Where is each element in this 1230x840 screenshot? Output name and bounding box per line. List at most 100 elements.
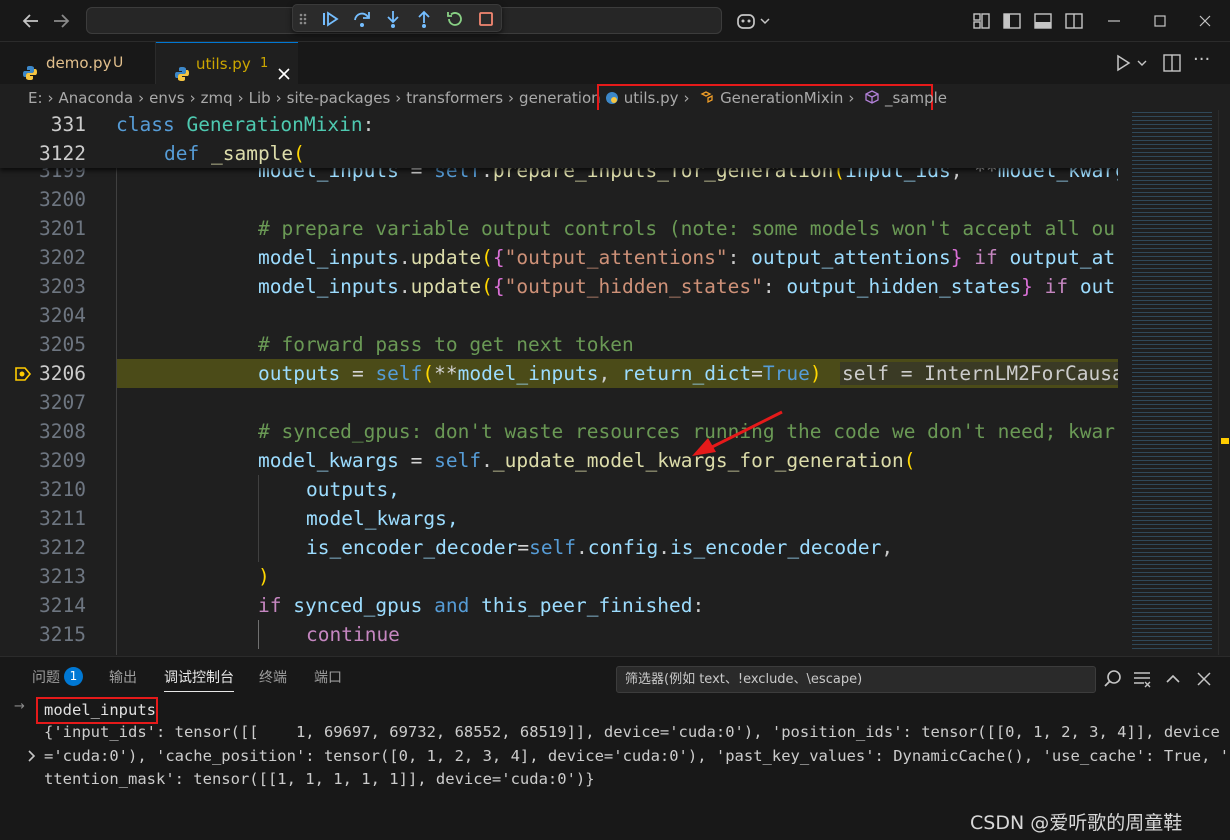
breadcrumb-highlight-box: utils.py › GenerationMixin › _sample: [597, 84, 947, 112]
code-line: is_encoder_decoder=self.config.is_encode…: [306, 536, 894, 559]
restart-icon[interactable]: [444, 8, 466, 30]
breadcrumb-file[interactable]: utils.py: [624, 89, 679, 107]
minimap-content: [1132, 112, 1212, 652]
toggle-secondary-sidebar-icon[interactable]: [1062, 9, 1086, 33]
tab-debug-console[interactable]: 调试控制台: [164, 667, 234, 692]
breadcrumb-item[interactable]: transformers: [406, 89, 503, 107]
problems-badge: 1: [260, 56, 269, 71]
tab-label: demo.py: [46, 54, 112, 72]
tab-utils-py[interactable]: utils.py 1: [156, 42, 298, 84]
inline-debug-value: self = InternLM2ForCausa: [840, 362, 1118, 385]
console-input-expression: model_inputs: [36, 697, 158, 724]
breadcrumb-item[interactable]: E:: [28, 89, 43, 107]
line-number: 3201: [39, 217, 86, 240]
tab-label: utils.py: [196, 55, 251, 73]
minimize-icon[interactable]: [1102, 9, 1126, 33]
line-number: 3212: [39, 536, 86, 559]
breadcrumb-class[interactable]: GenerationMixin: [720, 89, 843, 107]
console-output-line: {'input_ids': tensor([[ 1, 69697, 69732,…: [44, 723, 1220, 741]
close-tab-icon[interactable]: [276, 56, 292, 80]
toggle-primary-sidebar-icon[interactable]: [1000, 9, 1024, 33]
code-line: model_inputs.update({"output_hidden_stat…: [258, 275, 1116, 298]
line-number: 3209: [39, 449, 86, 472]
run-python-icon[interactable]: [1112, 53, 1152, 73]
continue-icon[interactable]: [319, 8, 341, 30]
code-lines: 3199 model_inputs = self.prepare_inputs_…: [0, 156, 1118, 655]
line-number: 3207: [39, 391, 86, 414]
debug-console-filter-input[interactable]: 筛选器(例如 text、!exclude、\escape): [616, 666, 1096, 693]
breadcrumb-item[interactable]: envs: [149, 89, 184, 107]
line-number: 3203: [39, 275, 86, 298]
split-editor-icon[interactable]: [1162, 53, 1182, 73]
line-number: 3204: [39, 304, 86, 327]
breadcrumb-item[interactable]: site-packages: [287, 89, 391, 107]
drag-handle-icon[interactable]: [297, 8, 309, 30]
console-output-line: ='cuda:0'), 'cache_position': tensor([0,…: [44, 747, 1230, 765]
tab-output[interactable]: 输出: [109, 667, 137, 687]
line-number: 3208: [39, 420, 86, 443]
code-line: model_inputs.update({"output_attentions"…: [258, 246, 1116, 269]
customize-layout-icon[interactable]: [970, 9, 994, 33]
code-line: continue: [306, 623, 400, 646]
code-line: ): [258, 565, 270, 588]
problems-count-badge: 1: [64, 667, 83, 686]
more-actions-icon[interactable]: ···: [1193, 51, 1217, 73]
toggle-panel-icon[interactable]: [1031, 9, 1055, 33]
close-window-icon[interactable]: [1193, 9, 1217, 33]
scrollbar[interactable]: [1218, 110, 1230, 655]
line-number: 3205: [39, 333, 86, 356]
minimap[interactable]: [1118, 110, 1230, 655]
step-over-icon[interactable]: [351, 8, 373, 30]
maximize-panel-icon[interactable]: [1162, 668, 1184, 690]
untracked-badge: U: [113, 55, 124, 71]
code-line: outputs,: [306, 478, 400, 501]
watermark: CSDN @爱听歌的周童鞋: [970, 812, 1183, 834]
clear-console-icon[interactable]: [1131, 668, 1153, 690]
tab-terminal[interactable]: 终端: [259, 667, 287, 687]
step-into-icon[interactable]: [382, 8, 404, 30]
breadcrumb-path: E: › Anaconda › envs › zmq › Lib › site-packages › t…: [28, 89, 612, 107]
tab-label: 输出: [109, 670, 137, 686]
indent-guide: [258, 475, 259, 562]
sticky-line: class GenerationMixin:: [116, 113, 375, 136]
tab-problems[interactable]: 问题: [32, 667, 60, 687]
breadcrumb-item[interactable]: generation: [519, 89, 601, 107]
code-line: if synced_gpus and this_peer_finished:: [258, 594, 705, 617]
code-line: model_kwargs = self._update_model_kwargs…: [258, 449, 916, 472]
code-line: outputs = self(**model_inputs, return_di…: [258, 362, 822, 385]
tab-label: 终端: [259, 670, 287, 686]
maximize-icon[interactable]: [1148, 9, 1172, 33]
line-number: 3211: [39, 507, 86, 530]
breadcrumb-method[interactable]: _sample: [885, 89, 947, 107]
code-editor[interactable]: 3199 model_inputs = self.prepare_inputs_…: [0, 110, 1118, 655]
title-bar: [0, 0, 1230, 42]
stop-icon[interactable]: [475, 8, 497, 30]
expand-chevron-icon[interactable]: [26, 748, 38, 764]
indent-guide: [258, 620, 259, 649]
tab-label: 调试控制台: [164, 670, 234, 686]
python-file-icon: [605, 88, 619, 112]
breadcrumb-item[interactable]: Lib: [249, 89, 271, 107]
code-line: model_kwargs,: [306, 507, 459, 530]
search-icon[interactable]: [1102, 668, 1124, 690]
breadcrumb-item[interactable]: Anaconda: [59, 89, 134, 107]
arrow-left-icon[interactable]: [18, 8, 44, 34]
line-number: 3213: [39, 565, 86, 588]
breadcrumb-item[interactable]: zmq: [201, 89, 233, 107]
code-line: # prepare variable output controls (note…: [258, 217, 1116, 240]
step-out-icon[interactable]: [413, 8, 435, 30]
tab-ports[interactable]: 端口: [314, 667, 342, 687]
line-number: 3210: [39, 478, 86, 501]
line-number: 3202: [39, 246, 86, 269]
console-output-line: ttention_mask': tensor([[1, 1, 1, 1, 1]]…: [44, 770, 595, 788]
python-file-icon: [22, 55, 38, 80]
indent-guide: [116, 156, 117, 655]
code-line: # forward pass to get next token: [258, 333, 634, 356]
arrow-right-icon[interactable]: [48, 8, 74, 34]
sticky-line: def _sample(: [164, 142, 305, 165]
line-number: 3215: [39, 623, 86, 646]
copilot-icon[interactable]: [736, 10, 772, 32]
close-panel-icon[interactable]: [1193, 668, 1215, 690]
tab-demo-py[interactable]: demo.py U: [0, 42, 156, 84]
line-number: 3214: [39, 594, 86, 617]
